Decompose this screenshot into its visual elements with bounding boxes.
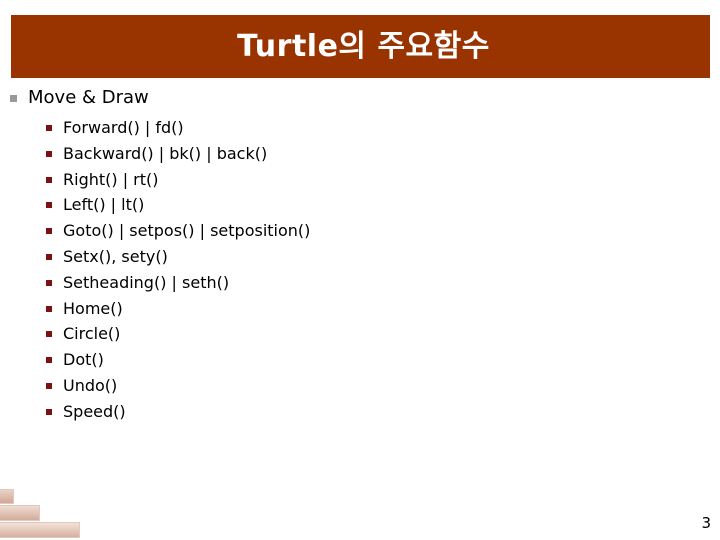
list-item: Goto() | setpos() | setposition() bbox=[0, 219, 720, 245]
page-number: 3 bbox=[701, 514, 711, 532]
square-bullet-icon bbox=[46, 176, 52, 183]
list-item-label: Undo() bbox=[63, 375, 118, 395]
function-list: Forward() | fd() Backward() | bk() | bac… bbox=[0, 116, 720, 426]
list-item: Home() bbox=[0, 297, 720, 323]
list-item: Setheading() | seth() bbox=[0, 271, 720, 297]
bullet-item-move-and-draw: Move & Draw bbox=[0, 86, 720, 112]
list-item-label: Home() bbox=[63, 298, 123, 318]
slide-title-banner: Turtle의 주요함수 bbox=[11, 15, 710, 78]
list-item: Circle() bbox=[0, 322, 720, 348]
list-item: Undo() bbox=[0, 374, 720, 400]
list-item: Forward() | fd() bbox=[0, 116, 720, 142]
brick-block-top bbox=[0, 489, 14, 504]
list-item-label: Setheading() | seth() bbox=[63, 272, 230, 292]
list-item-label: Goto() | setpos() | setposition() bbox=[63, 221, 311, 241]
brick-stair-decoration bbox=[0, 480, 130, 540]
square-bullet-icon bbox=[46, 228, 52, 235]
list-item-label: Right() | rt() bbox=[63, 169, 159, 189]
square-bullet-icon bbox=[46, 331, 52, 338]
list-item: Dot() bbox=[0, 348, 720, 374]
square-bullet-icon bbox=[46, 305, 52, 312]
square-bullet-icon bbox=[46, 253, 52, 260]
brick-block-bottom bbox=[0, 522, 80, 538]
section-heading-label: Move & Draw bbox=[28, 87, 149, 108]
list-item: Right() | rt() bbox=[0, 168, 720, 194]
list-item: Speed() bbox=[0, 400, 720, 426]
slide-content: Move & Draw Forward() | fd() Backward() … bbox=[0, 86, 720, 426]
list-item: Backward() | bk() | back() bbox=[0, 142, 720, 168]
list-item-label: Setx(), sety() bbox=[63, 246, 168, 266]
square-bullet-icon bbox=[10, 95, 17, 102]
square-bullet-icon bbox=[46, 125, 52, 131]
list-item-label: Left() | lt() bbox=[63, 195, 145, 215]
square-bullet-icon bbox=[46, 357, 52, 364]
list-item-label: Forward() | fd() bbox=[63, 118, 184, 137]
list-item-label: Circle() bbox=[63, 324, 121, 344]
brick-block-middle bbox=[0, 505, 40, 521]
square-bullet-icon bbox=[46, 408, 52, 415]
slide-title: Turtle의 주요함수 bbox=[237, 28, 490, 64]
list-item: Left() | lt() bbox=[0, 193, 720, 219]
square-bullet-icon bbox=[46, 150, 52, 157]
square-bullet-icon bbox=[46, 202, 52, 209]
list-item-label: Dot() bbox=[63, 350, 104, 370]
list-item-label: Backward() | bk() | back() bbox=[63, 143, 268, 163]
square-bullet-icon bbox=[46, 279, 52, 286]
square-bullet-icon bbox=[46, 382, 52, 389]
list-item: Setx(), sety() bbox=[0, 245, 720, 271]
list-item-label: Speed() bbox=[63, 401, 126, 421]
